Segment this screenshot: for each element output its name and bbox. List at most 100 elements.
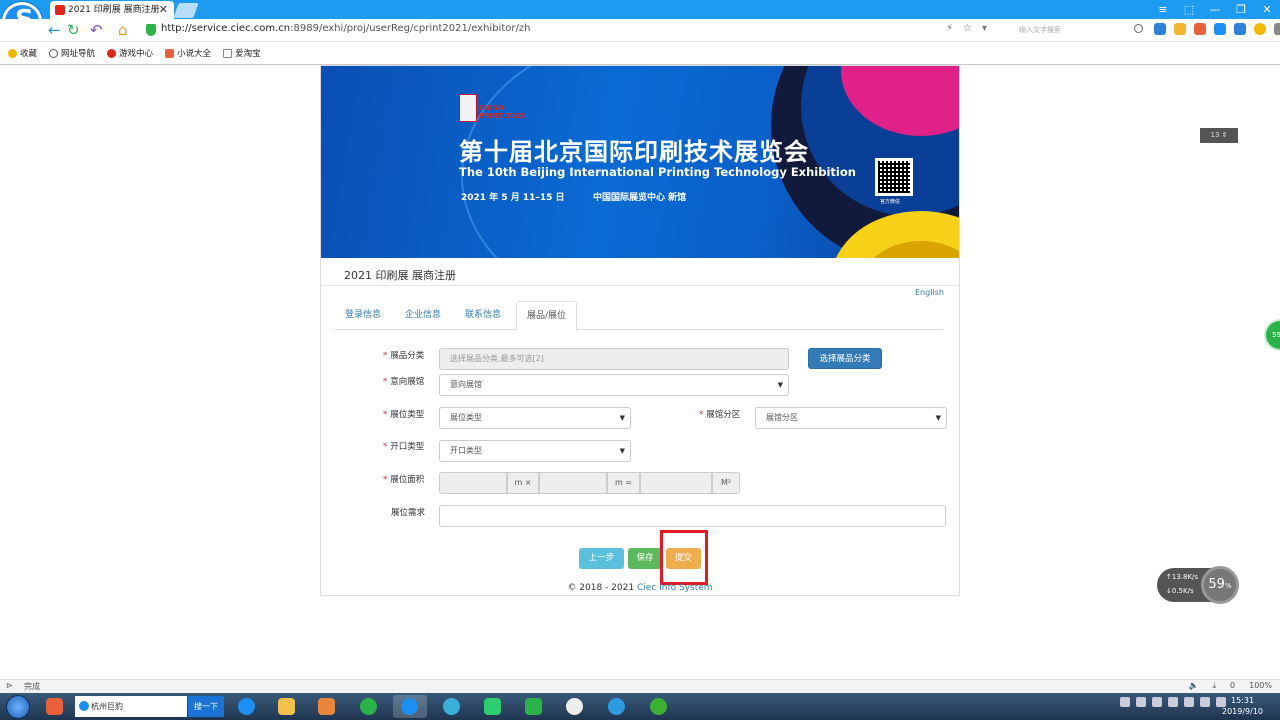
save-button[interactable]: 保存 <box>628 548 662 569</box>
tab-exhibits-booth[interactable]: 展品/展位 <box>516 301 578 331</box>
taskbar-app-wechat[interactable] <box>642 695 676 718</box>
minimize-icon[interactable]: — <box>1208 3 1222 16</box>
taskbar-app-ie[interactable] <box>230 695 264 718</box>
extension-icon[interactable] <box>1194 23 1206 35</box>
tray-icon[interactable] <box>1152 697 1162 707</box>
taskbar-app[interactable] <box>38 695 72 718</box>
menu-icon[interactable]: ≡ <box>1156 3 1170 16</box>
select-category-button[interactable]: 选择展品分类 <box>808 348 882 369</box>
grid-icon[interactable] <box>1274 23 1280 35</box>
tray-icon[interactable] <box>1168 697 1178 707</box>
status-right: 🔈 ⤓ 0 100% <box>1189 681 1272 691</box>
tab-company-info[interactable]: 企业信息 <box>395 301 451 330</box>
zoom-level[interactable]: 100% <box>1249 681 1272 691</box>
bookmark-nav[interactable]: 网址导航 <box>49 47 95 59</box>
lightning-icon[interactable]: ⚡ <box>946 23 953 34</box>
page-footer: © 2018 - 2021 Ciec Info System <box>321 583 959 593</box>
star-icon[interactable]: ☆ <box>963 23 972 34</box>
taskbar-app-chat[interactable] <box>558 695 592 718</box>
game-icon <box>107 48 117 58</box>
back-arrow-icon[interactable]: ← <box>48 21 61 39</box>
taskbar-app-iqiyi[interactable] <box>517 695 551 718</box>
taskbar-app-browser[interactable] <box>435 695 469 718</box>
search-icon[interactable] <box>1134 24 1143 33</box>
area-total-input[interactable] <box>640 472 712 494</box>
taskbar-app-explorer[interactable] <box>270 695 304 718</box>
opening-select[interactable]: 开口类型 ▼ <box>439 440 631 462</box>
undo-icon[interactable]: ↶ <box>90 21 103 39</box>
tab-contact-info[interactable]: 联系信息 <box>455 301 511 330</box>
category-input[interactable]: 选择展品分类,最多可选[2] <box>439 348 789 370</box>
tray-icon[interactable] <box>1184 697 1194 707</box>
china-print-logo-icon <box>459 94 477 122</box>
tab-registration[interactable]: 2021 印刷展 展商注册 ✕ <box>50 1 174 19</box>
home-icon[interactable]: ⌂ <box>118 21 128 39</box>
exhibition-banner: CHINA PRINT 2021 第十届北京国际印刷技术展览会 The 10th… <box>321 66 959 258</box>
area-length-input[interactable] <box>439 472 507 494</box>
chevron-down-icon: ▼ <box>619 414 625 422</box>
bookmark-favorites[interactable]: 收藏 <box>8 47 37 59</box>
extension-icon[interactable] <box>1234 23 1246 35</box>
extension-icon[interactable] <box>1154 23 1166 35</box>
required-mark: * <box>383 442 388 452</box>
url-path: :8989/exhi/proj/userReg/cprint2021/exhib… <box>290 23 531 34</box>
qr-caption: 官方微信 <box>880 199 901 205</box>
unit-addon: m = <box>607 472 640 494</box>
taskbar-search-input[interactable]: 杭州巨豹 <box>75 696 187 717</box>
tray-icon[interactable] <box>1136 697 1146 707</box>
area-width-input[interactable] <box>539 472 607 494</box>
download-icon[interactable]: ⤓ <box>1212 681 1216 691</box>
taskbar-input-text: 杭州巨豹 <box>91 702 123 711</box>
extension-icon[interactable] <box>1174 23 1186 35</box>
area-label: * 展位面积 <box>383 473 424 485</box>
url-input[interactable]: http://service.ciec.com.cn:8989/exhi/pro… <box>161 23 530 34</box>
booth-need-input[interactable] <box>439 505 946 527</box>
tray-icon[interactable] <box>1120 697 1130 707</box>
bookmark-taobao[interactable]: 爱淘宝 <box>223 47 261 59</box>
browser-e-icon <box>79 701 89 711</box>
restore-icon[interactable]: ❐ <box>1234 3 1248 16</box>
extension-icon[interactable] <box>1214 23 1226 35</box>
bookmark-novels[interactable]: 小说大全 <box>165 47 211 59</box>
taskbar-app-player[interactable] <box>476 695 510 718</box>
blocked-count[interactable]: 0 <box>1230 681 1235 691</box>
taskbar-search-button[interactable]: 搜一下 <box>188 696 224 717</box>
new-tab-button[interactable] <box>173 3 199 18</box>
label-text: 展位需求 <box>391 508 426 518</box>
system-name-link[interactable]: Ciec Info System <box>637 583 713 593</box>
tab-close-icon[interactable]: ✕ <box>159 1 168 19</box>
browser-search-input[interactable]: 输入文字搜索 <box>1007 21 1147 39</box>
sound-icon[interactable]: 🔈 <box>1189 681 1199 691</box>
panel-toggle-icon[interactable]: ⊳ <box>6 681 13 690</box>
network-speed-widget[interactable]: ↑13.8K/s ↓0.5K/s 59% <box>1157 566 1239 604</box>
zoom-widget[interactable]: 13 ⇕ <box>1200 128 1238 143</box>
bookmark-games[interactable]: 游戏中心 <box>107 47 153 59</box>
tray-icon[interactable] <box>1200 697 1210 707</box>
close-window-icon[interactable]: ✕ <box>1260 3 1274 16</box>
booth-type-select[interactable]: 展位类型 ▼ <box>439 407 631 429</box>
label-text: 展馆分区 <box>706 410 741 420</box>
start-button[interactable] <box>6 695 30 719</box>
bookmark-label: 收藏 <box>20 49 38 59</box>
zone-select[interactable]: 展馆分区 ▼ <box>755 407 947 429</box>
taskbar-app-sogou[interactable] <box>393 695 427 718</box>
taskbar-app-qq[interactable] <box>600 695 634 718</box>
skin-icon[interactable]: ⬚ <box>1182 3 1196 16</box>
tab-login-info[interactable]: 登录信息 <box>335 301 391 330</box>
english-link[interactable]: English <box>915 288 944 297</box>
smiley-icon[interactable] <box>1254 23 1266 35</box>
taskbar-app-360[interactable] <box>352 695 386 718</box>
system-clock[interactable]: 15:31 2019/9/10 <box>1222 695 1263 717</box>
search-placeholder: 输入文字搜索 <box>1019 26 1061 34</box>
chevron-down-icon: ▼ <box>619 447 625 455</box>
previous-step-button[interactable]: 上一步 <box>579 548 624 569</box>
taskbar-app-media[interactable] <box>310 695 344 718</box>
clock-date: 2019/9/10 <box>1222 707 1264 716</box>
label-text: 展品分类 <box>390 351 425 361</box>
hall-select[interactable]: 意向展馆 ▼ <box>439 374 789 396</box>
refresh-icon[interactable]: ↻ <box>67 21 80 39</box>
side-badge[interactable]: 59 <box>1266 321 1280 349</box>
chevron-down-icon: ▼ <box>777 381 783 389</box>
dropdown-icon[interactable]: ▾ <box>982 23 987 34</box>
label-text: 开口类型 <box>390 442 425 452</box>
